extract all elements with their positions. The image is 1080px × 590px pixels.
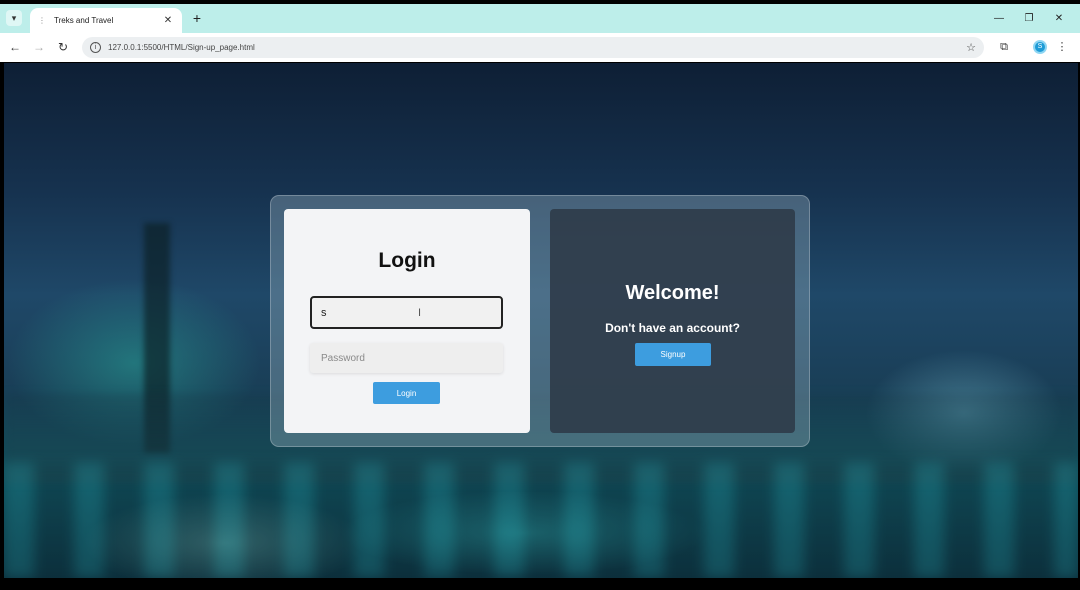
forward-arrow-icon[interactable]: →: [31, 39, 47, 55]
close-window-icon[interactable]: ✕: [1044, 8, 1074, 28]
page-background: Login I Login Welcome! Don't have an acc…: [4, 63, 1078, 578]
screen: ▾ ⋮ Treks and Travel ✕ + — ❐ ✕ ← → ↻ i 1…: [0, 0, 1080, 590]
browser-toolbar: ← → ↻ i 127.0.0.1:5500/HTML/Sign-up_page…: [0, 33, 1080, 62]
browser-tab[interactable]: ⋮ Treks and Travel ✕: [30, 8, 182, 33]
menu-kebab-icon[interactable]: ⋮: [1056, 39, 1068, 55]
tab-title: Treks and Travel: [54, 16, 114, 25]
reload-icon[interactable]: ↻: [55, 39, 71, 55]
tab-bar: ▾ ⋮ Treks and Travel ✕ + — ❐ ✕: [0, 4, 1080, 33]
welcome-title: Welcome!: [625, 282, 720, 304]
login-button[interactable]: Login: [373, 382, 440, 404]
password-input[interactable]: [310, 343, 503, 373]
username-input[interactable]: [310, 296, 503, 329]
url-text: 127.0.0.1:5500/HTML/Sign-up_page.html: [108, 43, 255, 52]
page-favicon-icon: ⋮: [38, 16, 46, 25]
login-title: Login: [378, 249, 436, 272]
window-controls: — ❐ ✕: [984, 8, 1074, 28]
welcome-subtitle: Don't have an account?: [605, 321, 740, 335]
profile-avatar[interactable]: S: [1033, 40, 1047, 54]
login-card: Login I Login: [284, 209, 530, 433]
back-arrow-icon[interactable]: ←: [7, 39, 23, 55]
bookmark-star-icon[interactable]: ☆: [966, 41, 976, 54]
background-reflection: [4, 463, 1078, 578]
text-cursor-icon: I: [418, 307, 422, 319]
address-bar[interactable]: i 127.0.0.1:5500/HTML/Sign-up_page.html …: [82, 37, 984, 58]
signup-button[interactable]: Signup: [635, 343, 711, 366]
close-tab-icon[interactable]: ✕: [162, 15, 174, 26]
welcome-card: Welcome! Don't have an account? Signup: [550, 209, 795, 433]
restore-icon[interactable]: ❐: [1014, 8, 1044, 28]
minimize-icon[interactable]: —: [984, 8, 1014, 28]
tab-search-icon[interactable]: ▾: [6, 10, 22, 26]
new-tab-icon[interactable]: +: [189, 10, 205, 26]
extensions-icon[interactable]: ⧉: [996, 39, 1012, 55]
site-info-icon[interactable]: i: [90, 42, 101, 53]
